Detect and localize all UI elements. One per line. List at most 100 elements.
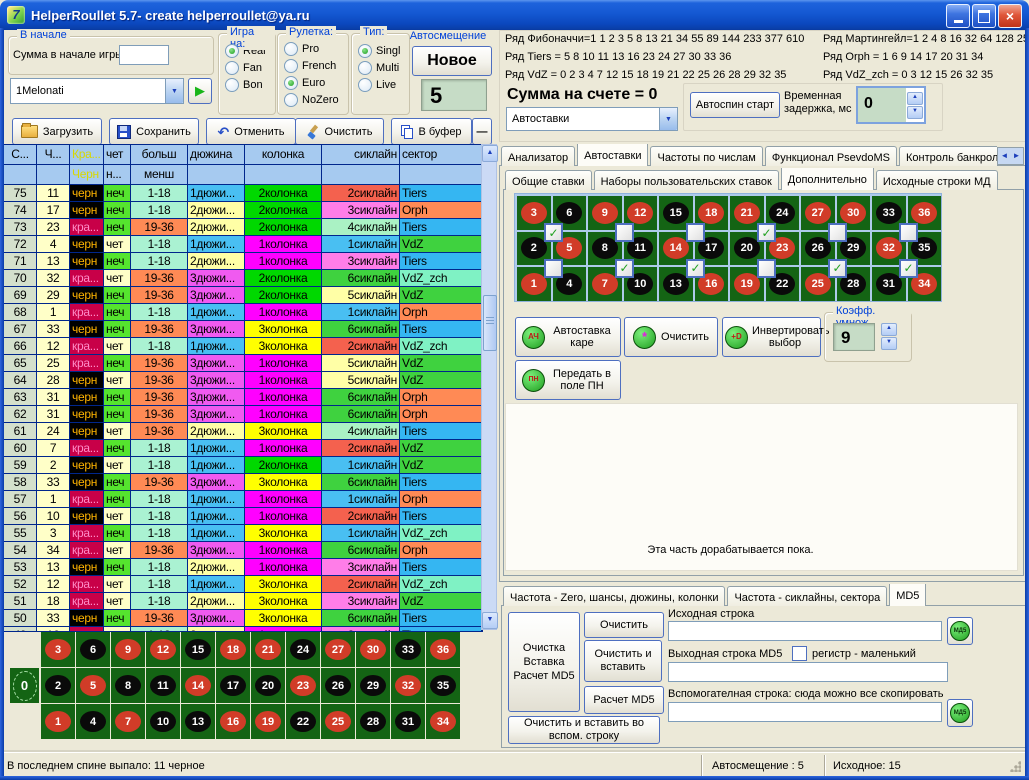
- board-cell-5[interactable]: 5: [76, 668, 110, 703]
- board-cell-14[interactable]: 14: [181, 668, 215, 703]
- board-cell-33[interactable]: 33: [391, 632, 425, 667]
- md5-calc-button[interactable]: Расчет MD5: [584, 686, 664, 714]
- bet-checkbox[interactable]: ✓: [828, 259, 847, 278]
- board-cell-1[interactable]: 1: [41, 704, 75, 739]
- tab-additional[interactable]: Дополнительно: [781, 168, 874, 190]
- tab-freq-sixlines-sectors[interactable]: Частота - сиклайны, сектора: [727, 586, 887, 606]
- bet-checkbox[interactable]: ✓: [544, 223, 563, 242]
- bet-checkbox[interactable]: [544, 259, 563, 278]
- maximize-button[interactable]: [972, 4, 996, 28]
- resize-grip[interactable]: [1009, 760, 1021, 772]
- md5-case-option[interactable]: регистр - маленький: [792, 646, 916, 661]
- board-cell-3[interactable]: 3: [41, 632, 75, 667]
- collapse-button[interactable]: —: [472, 118, 492, 145]
- board-cell-10[interactable]: 10: [146, 704, 180, 739]
- radio-pro[interactable]: Pro: [284, 40, 348, 57]
- tab-md5[interactable]: MD5: [889, 584, 926, 606]
- invert-selection-button[interactable]: +D Инвертировать выбор: [722, 317, 821, 357]
- load-button[interactable]: Загрузить: [12, 118, 102, 145]
- checkbox-icon[interactable]: [792, 646, 807, 661]
- radio-euro[interactable]: Euro: [284, 74, 348, 91]
- bet-checkbox[interactable]: ✓: [899, 259, 918, 278]
- chevron-down-icon[interactable]: ▼: [659, 108, 677, 130]
- radio-singl[interactable]: Singl: [358, 42, 409, 59]
- board-cell-24[interactable]: 24: [286, 632, 320, 667]
- tab-freq-zero-chances[interactable]: Частота - Zero, шансы, дюжины, колонки: [503, 586, 725, 606]
- board-cell-16[interactable]: 16: [216, 704, 250, 739]
- board-cell-20[interactable]: 20: [251, 668, 285, 703]
- tab-md-source-rows[interactable]: Исходные строки МД: [876, 170, 998, 190]
- bet-clear-button[interactable]: * Очистить: [624, 317, 718, 357]
- board-cell-35[interactable]: 35: [426, 668, 460, 703]
- transfer-to-pn-button[interactable]: ПН Передать в поле ПН: [515, 360, 621, 400]
- minimize-button[interactable]: [946, 4, 970, 28]
- scrollbar-thumb[interactable]: [483, 295, 497, 351]
- auto-carre-button[interactable]: АЧ Автоставка каре: [515, 317, 621, 357]
- save-button[interactable]: Сохранить: [109, 118, 199, 145]
- board-cell-zero[interactable]: 0: [10, 668, 39, 703]
- bet-checkbox[interactable]: ✓: [615, 259, 634, 278]
- spin-up-icon[interactable]: ▲: [881, 323, 897, 336]
- radio-bon[interactable]: Bon: [225, 76, 275, 93]
- spin-down-icon[interactable]: ▼: [907, 106, 923, 119]
- delay-spinner[interactable]: 0 ▲ ▼: [856, 86, 926, 124]
- tab-general-bets[interactable]: Общие ставки: [505, 170, 592, 190]
- spin-down-icon[interactable]: ▼: [881, 337, 897, 350]
- md5-calc-source-button[interactable]: МД5: [947, 617, 973, 645]
- bet-checkbox[interactable]: ✓: [757, 223, 776, 242]
- board-cell-26[interactable]: 26: [321, 668, 355, 703]
- scroll-down-icon[interactable]: ▼: [482, 612, 498, 629]
- multiplier-spinner[interactable]: ▲ ▼: [881, 323, 897, 350]
- autobets-combo[interactable]: Автоставки ▼: [506, 107, 678, 131]
- tab-autobets[interactable]: Автоставки: [577, 144, 648, 166]
- tab-user-bet-sets[interactable]: Наборы пользовательских ставок: [594, 170, 779, 190]
- board-cell-9[interactable]: 9: [111, 632, 145, 667]
- md5-aux-input[interactable]: [668, 702, 942, 722]
- bet-checkbox[interactable]: [757, 259, 776, 278]
- title-bar[interactable]: 7 HelperRoullet 5.7- create helperroulle…: [0, 0, 1029, 30]
- board-cell-6[interactable]: 6: [76, 632, 110, 667]
- board-cell-15[interactable]: 15: [181, 632, 215, 667]
- to-buffer-button[interactable]: В буфер: [391, 118, 472, 145]
- autospin-start-button[interactable]: Автоспин старт: [690, 92, 780, 118]
- new-button[interactable]: Новое: [412, 46, 492, 76]
- board-cell-36[interactable]: 36: [426, 632, 460, 667]
- board-cell-32[interactable]: 32: [391, 668, 425, 703]
- board-cell-8[interactable]: 8: [111, 668, 145, 703]
- radio-multi[interactable]: Multi: [358, 59, 409, 76]
- board-cell-29[interactable]: 29: [356, 668, 390, 703]
- board-cell-23[interactable]: 23: [286, 668, 320, 703]
- bet-checkbox[interactable]: [615, 223, 634, 242]
- md5-output-input[interactable]: [668, 662, 948, 682]
- radio-live[interactable]: Live: [358, 76, 409, 93]
- board-cell-19[interactable]: 19: [251, 704, 285, 739]
- spin-up-icon[interactable]: ▲: [907, 92, 923, 105]
- table-scrollbar[interactable]: ▲ ▼: [481, 144, 497, 630]
- tab-analyzer[interactable]: Анализатор: [501, 146, 575, 166]
- md5-clear-paste-calc-button[interactable]: Очистка Вставка Расчет MD5: [508, 612, 580, 712]
- md5-clear-and-paste-button[interactable]: Очистить и вставить: [584, 640, 662, 682]
- chevron-down-icon[interactable]: ▼: [165, 79, 183, 103]
- radio-nozero[interactable]: NoZero: [284, 91, 348, 108]
- radio-fan[interactable]: Fan: [225, 59, 275, 76]
- board-cell-28[interactable]: 28: [356, 704, 390, 739]
- board-cell-4[interactable]: 4: [76, 704, 110, 739]
- bet-checkbox[interactable]: ✓: [686, 259, 705, 278]
- board-cell-30[interactable]: 30: [356, 632, 390, 667]
- undo-button[interactable]: ↶Отменить: [206, 118, 296, 145]
- tab-psevdoms-functional[interactable]: Функционал PsevdoMS: [765, 146, 897, 166]
- md5-calc-aux-button[interactable]: МД5: [947, 699, 973, 727]
- md5-source-input[interactable]: [668, 621, 942, 641]
- md5-clear-paste-aux-button[interactable]: Очистить и вставить во вспом. строку: [508, 716, 660, 744]
- bet-checkbox[interactable]: [899, 223, 918, 242]
- board-cell-21[interactable]: 21: [251, 632, 285, 667]
- board-cell-22[interactable]: 22: [286, 704, 320, 739]
- board-cell-25[interactable]: 25: [321, 704, 355, 739]
- board-cell-17[interactable]: 17: [216, 668, 250, 703]
- tab-scroll-right-icon[interactable]: ►: [1011, 149, 1022, 163]
- scroll-up-icon[interactable]: ▲: [482, 145, 498, 162]
- board-cell-12[interactable]: 12: [146, 632, 180, 667]
- board-cell-18[interactable]: 18: [216, 632, 250, 667]
- board-cell-2[interactable]: 2: [41, 668, 75, 703]
- md5-clear-button[interactable]: Очистить: [584, 612, 664, 638]
